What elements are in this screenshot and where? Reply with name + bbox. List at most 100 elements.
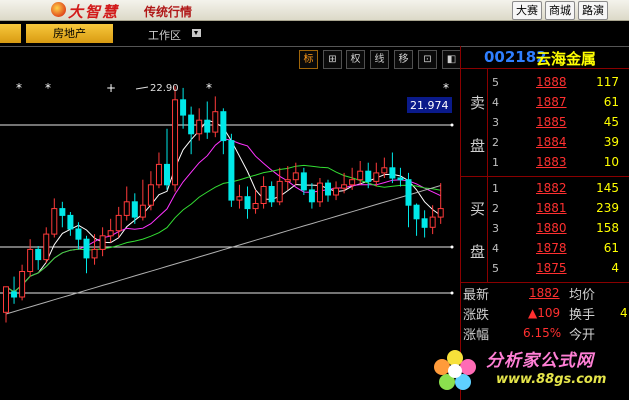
- title-bar: 大智慧 传统行情 大赛 商城 路演: [0, 0, 629, 21]
- order-row[interactable]: 5 1875 4: [492, 258, 619, 278]
- tab-sector[interactable]: 房地产: [26, 24, 113, 43]
- candle: [147, 184, 154, 206]
- buy-label-1: 买: [470, 200, 486, 218]
- candle: [325, 182, 331, 196]
- rights-button[interactable]: 权: [346, 50, 365, 69]
- latest-label: 最新: [463, 288, 490, 303]
- candle: [43, 233, 50, 261]
- candle: [300, 172, 307, 191]
- order-row[interactable]: 4 1887 61: [492, 92, 619, 112]
- watermark-flower-icon: [434, 350, 476, 390]
- turnover-label: 换手: [569, 308, 596, 323]
- mark-button[interactable]: 标: [299, 50, 318, 69]
- candle: [276, 180, 283, 203]
- candle: [91, 248, 98, 259]
- candle: [99, 235, 106, 250]
- candle: [107, 230, 114, 237]
- candle: [260, 186, 267, 204]
- cursor-value: 21.974: [410, 99, 449, 112]
- candle: [164, 163, 170, 186]
- sell-order-book: 5 1888 117 4 1887 61 3 1885 45 2 1884 39…: [492, 72, 619, 172]
- roadshow-button[interactable]: 路演: [578, 1, 608, 20]
- candle: [83, 238, 90, 259]
- candle: [333, 187, 340, 196]
- candle: [27, 248, 34, 272]
- crosshair-button[interactable]: ⊞: [323, 50, 342, 69]
- candle: [357, 170, 364, 181]
- tab-workspace[interactable]: 工作区: [148, 27, 181, 43]
- logo-icon: [51, 2, 66, 17]
- change-label: 涨跌: [463, 308, 490, 323]
- candle: [115, 214, 122, 232]
- sell-label-2: 盘: [470, 137, 486, 155]
- store-button[interactable]: 商城: [545, 1, 575, 20]
- candle: [19, 271, 26, 298]
- panel-toggle-button[interactable]: ◧: [442, 50, 461, 69]
- candle: [349, 179, 356, 186]
- draw-line-button[interactable]: 线: [370, 50, 389, 69]
- order-row[interactable]: 1 1882 145: [492, 178, 619, 198]
- high-price-label: 22.90: [150, 83, 179, 94]
- candle: [11, 291, 18, 298]
- marker: *: [45, 81, 51, 95]
- candle: [292, 172, 299, 181]
- change-value: ▲109: [528, 306, 561, 320]
- stock-name: 云海金属: [536, 50, 597, 68]
- order-row[interactable]: 3 1880 158: [492, 218, 619, 238]
- zoom-button[interactable]: ⊡: [418, 50, 437, 69]
- candle: [437, 208, 444, 218]
- candle: [308, 189, 315, 203]
- buy-order-book: 1 1882 145 2 1881 239 3 1880 158 4 1878 …: [492, 178, 619, 278]
- move-button[interactable]: 移: [394, 50, 413, 69]
- candle: [67, 214, 74, 230]
- candle: [123, 201, 130, 216]
- open-label: 今开: [569, 328, 596, 343]
- candle: [220, 111, 227, 142]
- marker: *: [16, 81, 22, 95]
- high-price-pointer: [135, 86, 149, 90]
- candle: [389, 167, 396, 179]
- candle: [397, 177, 404, 181]
- candle: [35, 248, 42, 261]
- app-slogan: 传统行情: [144, 5, 193, 19]
- tab-bar: 房地产 工作区: [0, 21, 629, 47]
- sell-label-1: 卖: [470, 94, 486, 112]
- candle: [155, 163, 162, 186]
- contest-button[interactable]: 大赛: [512, 1, 542, 20]
- order-row[interactable]: 3 1885 45: [492, 112, 619, 132]
- chevron-down-icon[interactable]: [192, 29, 201, 37]
- candlestick-chart[interactable]: * * + * * 22.90 21.974: [0, 68, 460, 400]
- candle: [228, 140, 235, 201]
- candle: [131, 201, 138, 218]
- app-name: 大智慧: [68, 3, 120, 21]
- candle: [284, 179, 291, 182]
- candle: [172, 99, 179, 186]
- order-row[interactable]: 1 1883 10: [492, 152, 619, 172]
- order-row[interactable]: 5 1888 117: [492, 72, 619, 92]
- candle: [429, 216, 436, 228]
- marker: +: [106, 81, 116, 95]
- candle: [405, 179, 412, 206]
- candle: [139, 204, 146, 218]
- tab-previous[interactable]: [0, 24, 21, 43]
- candle: [365, 170, 372, 182]
- latest-value: 1882: [529, 286, 560, 300]
- candle: [268, 186, 275, 203]
- candle: [316, 182, 323, 203]
- turnover-value: 4: [620, 306, 628, 320]
- order-row[interactable]: 2 1881 239: [492, 198, 619, 218]
- candle: [180, 99, 187, 116]
- candle: [51, 208, 58, 235]
- order-row[interactable]: 2 1884 39: [492, 132, 619, 152]
- order-row[interactable]: 4 1878 61: [492, 238, 619, 258]
- candle: [204, 119, 211, 133]
- candle: [75, 228, 82, 240]
- pct-label: 涨幅: [463, 328, 490, 343]
- candle: [59, 208, 66, 216]
- candle: [373, 172, 380, 182]
- candle: [212, 111, 219, 133]
- avg-label: 均价: [569, 288, 596, 303]
- candle: [236, 196, 243, 201]
- candle: [252, 203, 259, 210]
- watermark-name: 分析家公式网: [486, 351, 594, 371]
